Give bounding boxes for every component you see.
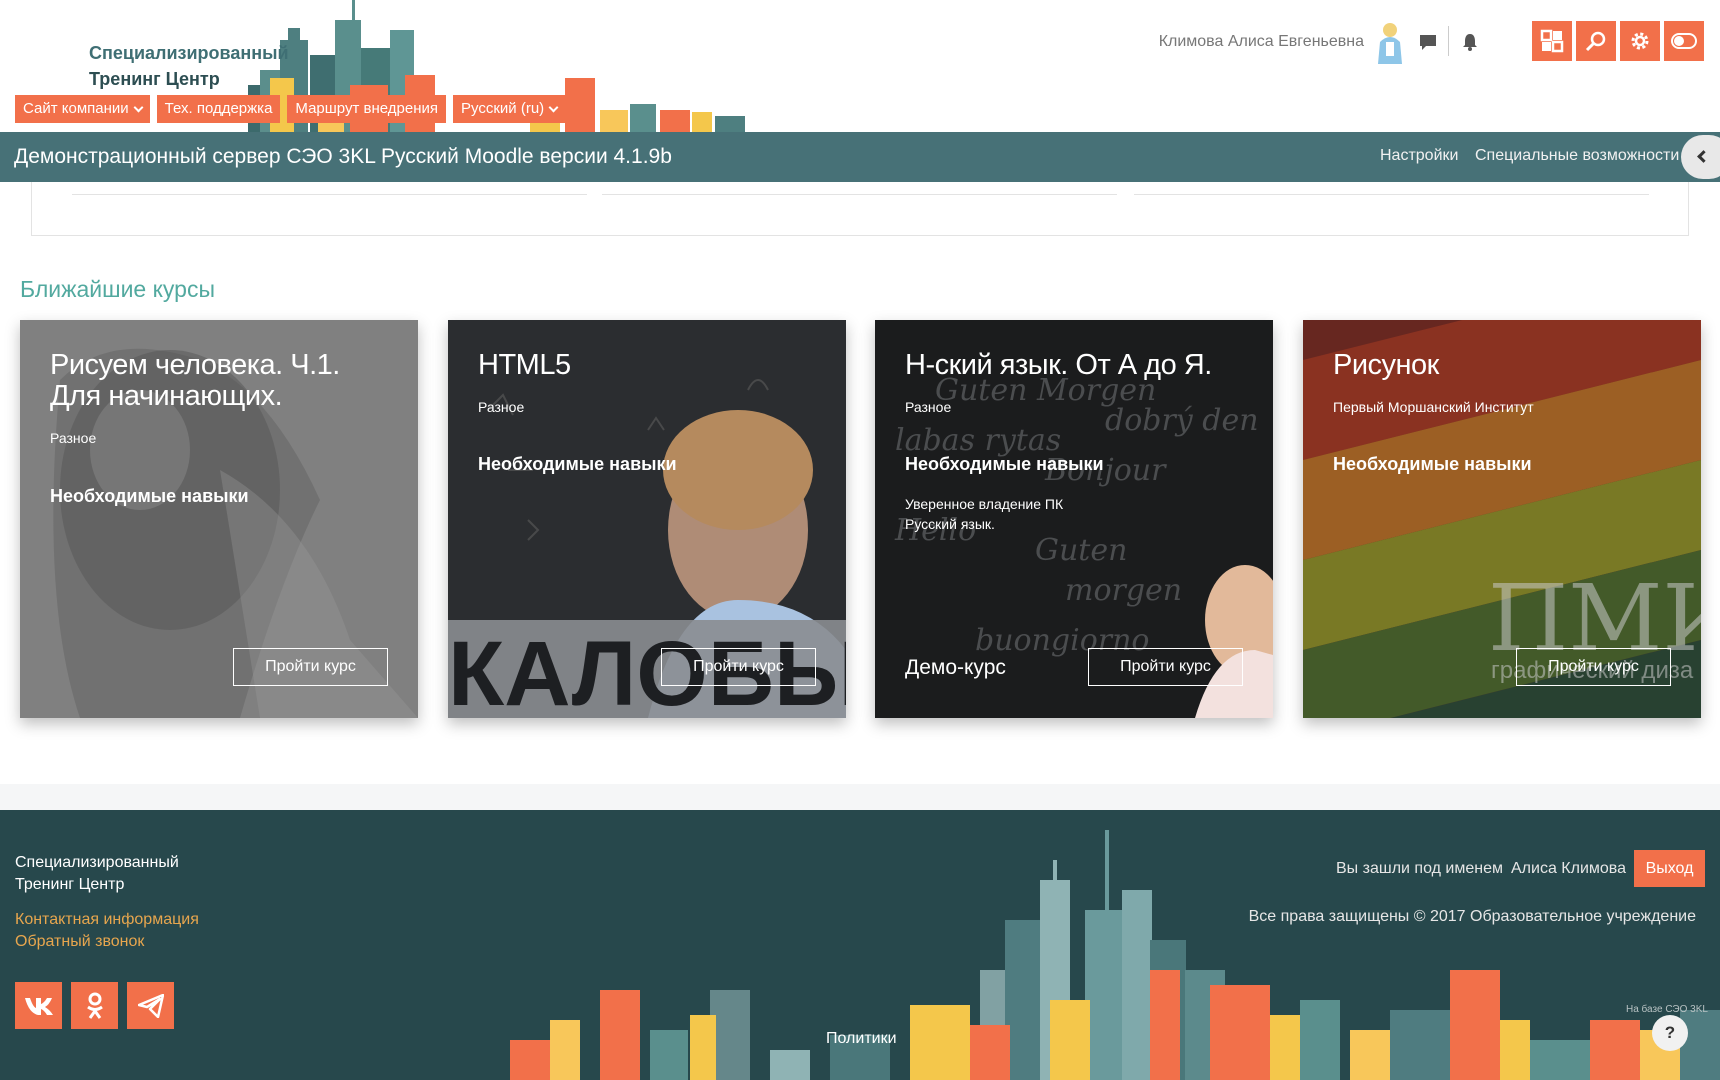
course-skills-heading: Необходимые навыки [478,454,677,474]
course-title[interactable]: Н-ский язык. От А до Я. [905,350,1253,381]
page-footer: Специализированный Тренинг Центр Контакт… [0,810,1720,1080]
footer-brand-line-1: Специализированный [15,854,179,871]
logout-button[interactable]: Выход [1634,850,1705,887]
svg-text:labas rytas: labas rytas [895,423,1061,458]
course-requirement: Уверенное владение ПК [905,496,1064,512]
top-navigation: Сайт компании Тех. поддержка Маршрут вне… [15,95,566,123]
course-title[interactable]: HTML5 [478,350,826,381]
language-selector[interactable]: Русский (ru) [453,95,566,123]
enroll-button[interactable]: Пройти курс [1516,648,1671,686]
svg-text:dobrý den: dobrý den [1105,403,1259,438]
vk-icon [24,997,53,1015]
odnoklassniki-button[interactable] [71,982,118,1029]
chevron-left-icon [1697,150,1710,163]
page-header: Специализированный Тренинг Центр Сайт ко… [0,0,1720,132]
logged-in-label: Вы зашли под именем [1336,860,1503,877]
course-category: Разное [478,399,525,415]
chat-icon[interactable] [1414,28,1442,56]
policies-link[interactable]: Политики [826,1030,897,1048]
course-skills-heading: Необходимые навыки [905,454,1104,474]
svg-text:Guten: Guten [1035,533,1127,568]
nav-tech-support-label: Тех. поддержка [164,100,273,117]
enroll-button[interactable]: Пройти курс [661,648,816,686]
brand-line-1: Специализированный [89,43,289,63]
drawer-toggle-button[interactable] [1681,135,1720,179]
divider [1134,194,1649,195]
divider [602,194,1117,195]
telegram-button[interactable] [127,982,174,1029]
nav-company-site-label: Сайт компании [23,100,129,117]
site-brand[interactable]: Специализированный Тренинг Центр [89,40,289,92]
nav-implementation-route[interactable]: Маршрут внедрения [287,95,447,123]
contact-info-link[interactable]: Контактная информация [15,911,199,929]
divider [72,194,587,195]
language-selector-label: Русский (ru) [461,100,545,117]
course-skills-heading: Необходимые навыки [1333,454,1532,474]
enroll-button[interactable]: Пройти курс [1088,648,1243,686]
brand-line-2: Тренинг Центр [89,69,220,89]
nav-implementation-route-label: Маршрут внедрения [295,100,439,117]
avatar[interactable] [1372,20,1408,64]
nav-tech-support[interactable]: Тех. поддержка [156,95,281,123]
callback-link[interactable]: Обратный звонок [15,933,144,951]
course-card[interactable]: Guten Morgen labas rytas dobrý den Bonjo… [875,320,1273,718]
toggle-icon [1671,33,1697,49]
course-card[interactable]: КАЛОБЫ HTML5 Разное Необходимые навыки П… [448,320,846,718]
course-title[interactable]: Рисуем человека. Ч.1. Для начинающих. [50,350,398,412]
telegram-icon [137,993,164,1018]
chevron-down-icon [133,102,144,112]
theme-toggle-button[interactable] [1664,21,1704,61]
svg-text:morgen: morgen [1065,573,1182,608]
enroll-button[interactable]: Пройти курс [233,648,388,686]
previous-block-bottom [31,182,1689,236]
chevron-down-icon [548,102,559,112]
content-footer-gap [0,784,1720,810]
gear-icon [1631,32,1649,50]
grid-icon [1540,29,1564,53]
course-card[interactable]: ПМИ графический диза Рисунок Первый Морш… [1303,320,1701,718]
header-divider [1448,26,1449,56]
footer-brand: Специализированный Тренинг Центр [15,852,179,896]
accessibility-link[interactable]: Специальные возможности [1475,147,1679,165]
copyright-text: Все права защищены © 2017 Образовательно… [1248,908,1696,925]
demo-course-label: Демо-курс [905,656,1006,679]
help-button[interactable]: ? [1652,1015,1688,1051]
site-title[interactable]: Демонстрационный сервер СЭО 3KL Русский … [14,144,672,170]
nav-company-site[interactable]: Сайт компании [15,95,150,123]
grid-button[interactable] [1532,21,1572,61]
course-card[interactable]: Рисуем человека. Ч.1. Для начинающих. Ра… [20,320,418,718]
course-category: Первый Моршанский Институт [1333,399,1534,415]
city-skyline-decoration [510,830,1720,1080]
course-category: Разное [50,430,97,446]
course-requirements: Уверенное владение ПК Русский язык. [905,494,1063,534]
settings-link[interactable]: Настройки [1380,147,1458,165]
course-category: Разное [905,399,952,415]
section-title: Ближайшие курсы [20,276,215,302]
search-button[interactable] [1576,21,1616,61]
user-profile-link[interactable]: Алиса Климова [1511,860,1626,878]
footer-brand-line-2: Тренинг Центр [15,876,125,893]
vk-button[interactable] [15,982,62,1029]
course-skills-heading: Необходимые навыки [50,486,249,506]
settings-button[interactable] [1620,21,1660,61]
user-fullname[interactable]: Климова Алиса Евгеньевна [1159,33,1364,51]
bell-icon[interactable] [1456,28,1484,56]
odnoklassniki-icon [86,992,103,1019]
search-icon [1585,31,1606,52]
course-requirement: Русский язык. [905,516,995,532]
site-title-bar: Демонстрационный сервер СЭО 3KL Русский … [0,132,1720,182]
course-title[interactable]: Рисунок [1333,350,1681,381]
powered-by-link[interactable]: На базе СЭО 3KL [1626,1004,1708,1015]
